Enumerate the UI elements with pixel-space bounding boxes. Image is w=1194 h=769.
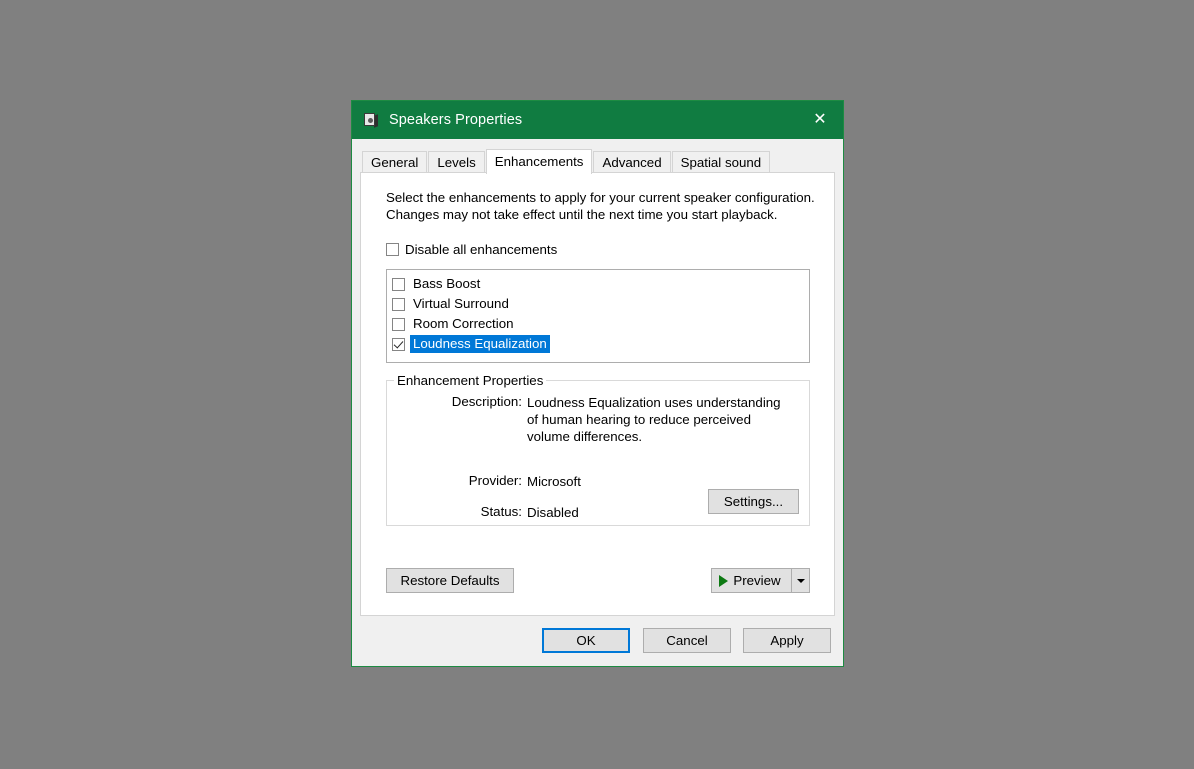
ok-button[interactable]: OK [542,628,630,653]
preview-button-label: Preview [733,573,781,588]
tab-advanced[interactable]: Advanced [593,151,671,172]
cancel-button[interactable]: Cancel [643,628,731,653]
restore-defaults-button[interactable]: Restore Defaults [386,568,514,593]
list-item[interactable]: Loudness Equalization [392,334,807,354]
provider-label: Provider: [468,473,522,488]
loudness-equalization-label: Loudness Equalization [410,335,550,353]
preview-button[interactable]: Preview [711,568,791,593]
disable-all-enhancements-label: Disable all enhancements [405,242,558,257]
speaker-icon [363,112,379,128]
status-label: Status: [480,504,522,519]
settings-button[interactable]: Settings... [708,489,799,514]
description-label: Description: [451,394,522,409]
preview-dropdown-button[interactable] [791,568,810,593]
status-value: Disabled [527,505,579,520]
room-correction-label: Room Correction [413,316,514,331]
enhancements-page: Select the enhancements to apply for you… [360,172,835,616]
virtual-surround-checkbox[interactable] [392,297,405,311]
enhancements-listbox[interactable]: Bass Boost Virtual Surround Room Correct… [386,269,810,363]
bass-boost-label: Bass Boost [413,276,481,291]
page-action-row: Restore Defaults Preview [386,568,816,593]
room-correction-checkbox[interactable] [392,317,405,331]
window-title: Speakers Properties [389,112,523,128]
page-description: Select the enhancements to apply for you… [386,190,815,222]
list-item[interactable]: Virtual Surround [392,294,807,314]
tab-enhancements[interactable]: Enhancements [485,149,593,174]
list-item[interactable]: Room Correction [392,314,807,334]
tab-levels[interactable]: Levels [428,151,485,172]
preview-split-button: Preview [711,568,810,593]
play-icon [719,574,729,587]
enhancement-properties-title: Enhancement Properties [394,373,547,388]
speakers-properties-dialog: Speakers Properties ✕ General Levels Enh… [351,100,844,667]
provider-value: Microsoft [527,474,581,489]
tab-general[interactable]: General [362,151,428,172]
loudness-equalization-checkbox[interactable] [392,337,405,351]
description-value: Loudness Equalization uses understanding… [527,395,781,444]
tab-area: General Levels Enhancements Advanced Spa… [352,139,843,616]
enhancement-properties-group: Enhancement Properties Description: Loud… [386,373,810,526]
provider-row: Provider: Microsoft [387,473,809,490]
apply-button[interactable]: Apply [743,628,831,653]
close-icon[interactable]: ✕ [797,101,843,139]
virtual-surround-label: Virtual Surround [413,296,509,311]
tab-strip: General Levels Enhancements Advanced Spa… [360,148,835,174]
disable-all-enhancements-row[interactable]: Disable all enhancements [386,242,816,257]
list-item[interactable]: Bass Boost [392,274,807,294]
title-bar: Speakers Properties ✕ [352,101,843,139]
bass-boost-checkbox[interactable] [392,277,405,291]
disable-all-enhancements-checkbox[interactable] [386,243,399,256]
tab-spatial-sound[interactable]: Spatial sound [671,151,771,172]
description-row: Description: Loudness Equalization uses … [387,394,809,445]
chevron-down-icon [796,578,805,583]
dialog-footer: OK Cancel Apply [352,616,843,666]
